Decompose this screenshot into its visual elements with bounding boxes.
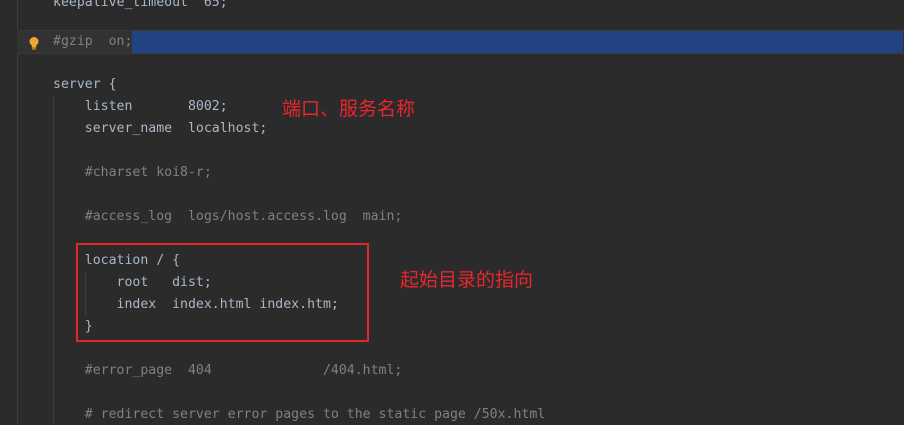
lightbulb-icon[interactable] — [28, 36, 40, 52]
editor-gutter — [0, 0, 47, 425]
code-line-server-name[interactable]: server_name localhost; — [53, 118, 268, 140]
text-selection — [132, 31, 904, 53]
code-line-gzip[interactable]: #gzip on; — [53, 31, 904, 53]
annotation-start-dir-pointer: 起始目录的指向 — [400, 269, 534, 291]
code-line-listen[interactable]: listen 8002; — [53, 96, 228, 118]
code-line-server-open[interactable]: server { — [53, 74, 117, 96]
code-line-redirect-comment[interactable]: # redirect server error pages to the sta… — [53, 404, 546, 425]
code-editor[interactable]: keepalive_timeout 65; #gzip on; server {… — [0, 0, 904, 425]
code-line-access-log[interactable]: #access_log logs/host.access.log main; — [53, 206, 403, 228]
indent-guide — [17, 0, 18, 425]
annotation-port-service-name: 端口、服务名称 — [282, 98, 416, 120]
gzip-comment: #gzip on; — [53, 34, 133, 49]
location-block-highlight-box — [76, 243, 369, 342]
code-line-error-page[interactable]: #error_page 404 /404.html; — [53, 360, 403, 382]
code-line-charset[interactable]: #charset koi8-r; — [53, 162, 212, 184]
code-line-keepalive[interactable]: keepalive_timeout 65; — [53, 0, 228, 14]
